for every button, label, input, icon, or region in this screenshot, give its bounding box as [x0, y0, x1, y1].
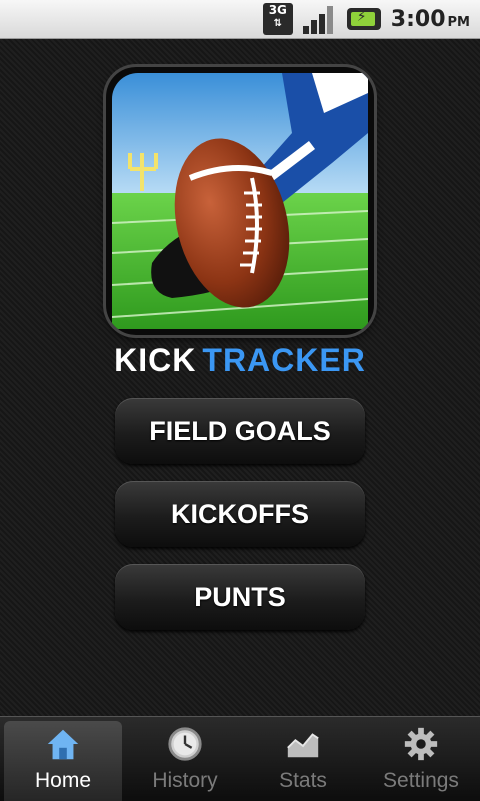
bottom-tab-bar: Home History Stats Settings — [0, 716, 480, 801]
status-icons: 3G ⇅ 3:00PM — [262, 0, 470, 38]
tab-home-label: Home — [34, 769, 92, 792]
clock-ampm: PM — [447, 14, 470, 30]
battery-charging-icon — [346, 8, 381, 30]
kicktracker-logo-image — [106, 67, 374, 335]
tab-settings[interactable]: Settings — [362, 717, 480, 801]
tab-stats-label: Stats — [279, 769, 327, 792]
clock-icon — [168, 727, 202, 761]
tab-history-label: History — [152, 769, 218, 792]
network-3g-icon: 3G ⇅ — [262, 3, 293, 35]
gear-icon — [404, 727, 438, 761]
app-title: KICK TRACKER — [0, 342, 480, 379]
network-label: 3G — [268, 3, 287, 17]
clock-time: 3:00 — [390, 6, 446, 32]
clock: 3:00 PM — [391, 7, 470, 32]
punts-button[interactable]: PUNTS — [115, 564, 365, 630]
home-icon — [47, 729, 79, 760]
tab-stats[interactable]: Stats — [244, 717, 362, 801]
field-goals-button[interactable]: FIELD GOALS — [115, 398, 365, 464]
signal-icon — [302, 4, 337, 34]
main-area: KICK TRACKER FIELD GOALS KICKOFFS PUNTS — [0, 39, 480, 716]
app-title-tracker: TRACKER — [202, 342, 366, 378]
kickoffs-button[interactable]: KICKOFFS — [115, 481, 365, 547]
app-title-kick: KICK — [114, 342, 197, 378]
tab-home[interactable]: Home — [4, 721, 122, 801]
tab-settings-label: Settings — [383, 769, 459, 792]
status-bar: 3G ⇅ 3:00PM — [0, 0, 480, 39]
tab-history[interactable]: History — [126, 717, 244, 801]
chart-icon — [287, 733, 319, 758]
